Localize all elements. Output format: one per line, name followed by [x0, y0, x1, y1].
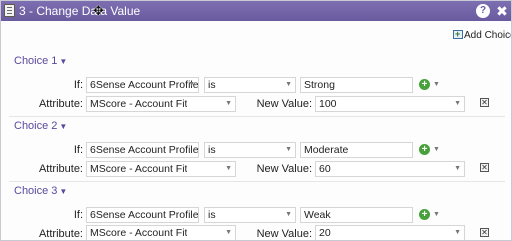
attribute-label: Attribute: — [38, 228, 83, 240]
chevron-down-icon: ▼ — [225, 165, 232, 172]
choice-3-field-value: 6Sense Account Profile Fi — [90, 209, 198, 221]
choice-1-attribute-select[interactable]: MScore - Account Fit ▼ — [86, 96, 236, 112]
choice-2-operator-select[interactable]: is ▼ — [204, 142, 296, 158]
divider — [9, 181, 505, 182]
move-cursor-icon: ✥ — [93, 3, 104, 18]
delete-choice-3-button[interactable]: ✕ — [480, 228, 489, 237]
choice-3-label: Choice 3 — [14, 185, 58, 197]
attribute-label: Attribute: — [38, 163, 83, 175]
dialog-titlebar[interactable]: 3 - Change Data Value ✥ ? ✖ — [1, 1, 511, 21]
chevron-down-icon: ▼ — [59, 122, 68, 131]
choice-1-field-select[interactable]: 6Sense Account Profile Fi ▼ — [86, 77, 199, 93]
add-value-icon[interactable]: + — [419, 144, 430, 155]
choice-3-operator-select[interactable]: is ▼ — [204, 207, 296, 223]
choice-1-label: Choice 1 — [14, 55, 58, 67]
divider — [9, 116, 505, 117]
choice-2-match-value-input[interactable]: Moderate — [300, 142, 413, 158]
choice-2-attribute-select[interactable]: MScore - Account Fit ▼ — [86, 161, 236, 177]
choice-1-match-value: Strong — [304, 79, 335, 91]
choice-2-new-value-input[interactable]: 60 ▼ — [315, 161, 465, 177]
choice-2-match-value: Moderate — [304, 144, 349, 156]
choice-3-match-value: Weak — [304, 209, 331, 221]
choice-2-operator-value: is — [208, 144, 216, 156]
if-label: If: — [73, 209, 83, 221]
new-value-label: New Value: — [256, 163, 312, 175]
choice-1-toggle[interactable]: Choice 1 ▼ — [14, 55, 67, 67]
choice-1-attribute-value: MScore - Account Fit — [90, 98, 188, 110]
add-choice-button[interactable]: Add Choice — [453, 27, 512, 43]
chevron-down-icon: ▼ — [454, 165, 461, 172]
help-button[interactable]: ? — [476, 4, 490, 18]
chevron-down-icon: ▼ — [285, 81, 292, 88]
choice-3-attribute-value: MScore - Account Fit — [90, 227, 188, 239]
choice-1-new-value-input[interactable]: 100 ▼ — [315, 96, 465, 112]
add-choice-label: Add Choice — [464, 30, 512, 41]
choice-2-attribute-value: MScore - Account Fit — [90, 163, 188, 175]
add-choice-icon — [453, 27, 463, 41]
chevron-down-icon: ▼ — [188, 81, 195, 88]
change-data-value-dialog: 3 - Change Data Value ✥ ? ✖ Add Choice C… — [0, 0, 512, 241]
choice-3-attribute-select[interactable]: MScore - Account Fit ▼ — [86, 225, 236, 240]
chevron-down-icon: ▼ — [225, 229, 232, 236]
chevron-down-icon: ▼ — [454, 100, 461, 107]
choice-3-toggle[interactable]: Choice 3 ▼ — [14, 185, 67, 197]
choice-3-operator-value: is — [208, 209, 216, 221]
dialog-title: 3 - Change Data Value — [19, 4, 141, 18]
choice-3-match-value-input[interactable]: Weak — [300, 207, 413, 223]
choice-3-new-value-input[interactable]: 20 ▼ — [315, 225, 465, 240]
document-icon — [4, 4, 15, 17]
chevron-down-icon: ▼ — [285, 146, 292, 153]
choice-2-toggle[interactable]: Choice 2 ▼ — [14, 120, 67, 132]
choice-1-operator-select[interactable]: is ▼ — [204, 77, 296, 93]
add-value-icon[interactable]: + — [419, 79, 430, 90]
chevron-down-icon: ▼ — [225, 100, 232, 107]
chevron-down-icon: ▼ — [59, 187, 68, 196]
delete-choice-1-button[interactable]: ✕ — [480, 98, 489, 107]
if-label: If: — [73, 144, 83, 156]
choice-2-label: Choice 2 — [14, 120, 58, 132]
new-value-label: New Value: — [256, 228, 312, 240]
delete-choice-2-button[interactable]: ✕ — [480, 163, 489, 172]
choice-1-field-value: 6Sense Account Profile Fi — [90, 79, 198, 91]
attribute-label: Attribute: — [38, 98, 83, 110]
chevron-down-icon: ▼ — [285, 211, 292, 218]
choice-2-new-value: 60 — [319, 163, 331, 175]
choice-2-field-select[interactable]: 6Sense Account Profile Fi — [86, 142, 199, 158]
new-value-label: New Value: — [256, 98, 312, 110]
choice-1-match-value-input[interactable]: Strong — [300, 77, 413, 93]
choice-2-field-value: 6Sense Account Profile Fi — [90, 144, 198, 156]
choice-3-new-value: 20 — [319, 227, 331, 239]
choice-3-field-select[interactable]: 6Sense Account Profile Fi — [86, 207, 199, 223]
chevron-down-icon: ▼ — [59, 57, 68, 66]
chevron-down-icon[interactable]: ▼ — [433, 209, 440, 221]
if-label: If: — [73, 79, 83, 91]
close-button[interactable]: ✖ — [495, 3, 509, 19]
chevron-down-icon: ▼ — [454, 229, 461, 236]
add-value-icon[interactable]: + — [419, 209, 430, 220]
choice-1-operator-value: is — [208, 79, 216, 91]
chevron-down-icon[interactable]: ▼ — [433, 79, 440, 91]
choice-1-new-value: 100 — [319, 98, 337, 110]
chevron-down-icon[interactable]: ▼ — [433, 144, 440, 156]
